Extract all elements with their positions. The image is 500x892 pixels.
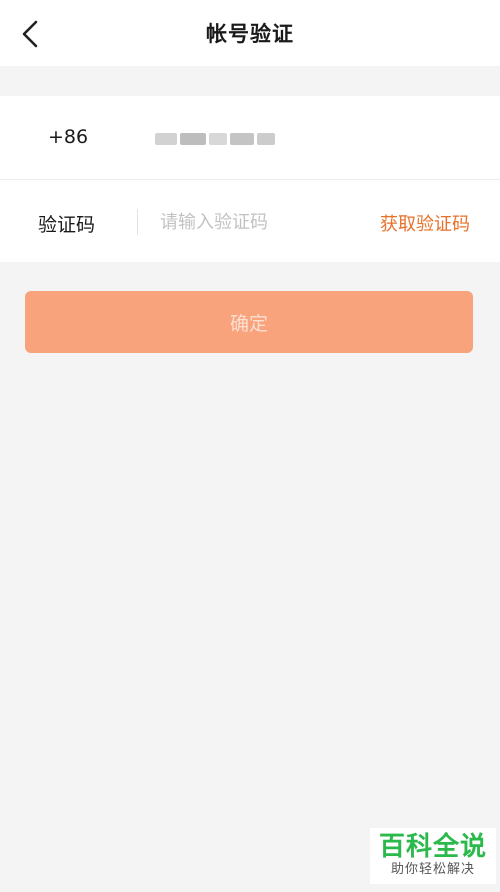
get-code-button[interactable]: 获取验证码: [380, 210, 470, 236]
page-title: 帐号验证: [206, 22, 294, 46]
phone-number-masked: [155, 126, 275, 152]
confirm-button[interactable]: 确定: [25, 291, 473, 353]
field-divider: [137, 209, 138, 235]
watermark-subtitle: 助你轻松解决: [390, 862, 475, 877]
watermark-logo: 百科全说 助你轻松解决: [370, 828, 496, 884]
country-code[interactable]: +86: [48, 126, 88, 148]
verification-code-label: 验证码: [38, 214, 96, 236]
verification-code-input[interactable]: [160, 206, 360, 238]
phone-row: +86: [0, 96, 500, 180]
top-bar: 帐号验证: [0, 0, 500, 66]
watermark-title: 百科全说: [378, 832, 487, 862]
